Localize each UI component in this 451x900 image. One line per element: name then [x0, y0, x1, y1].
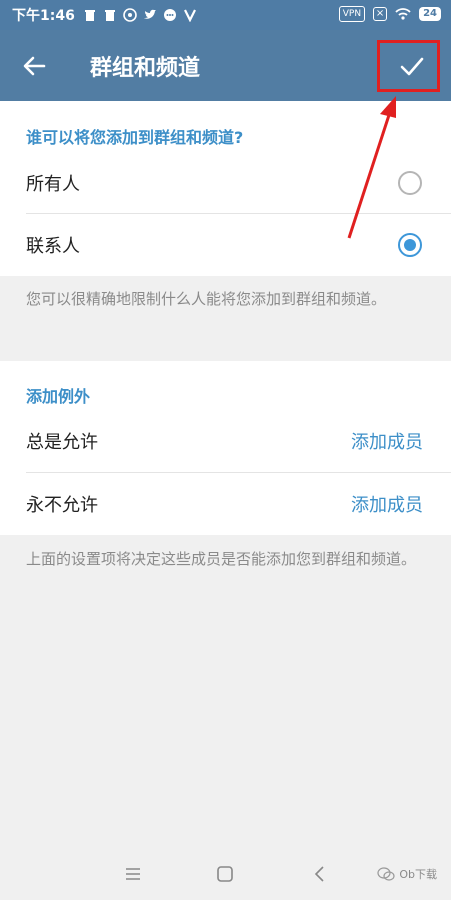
never-allow-label: 永不允许	[26, 495, 98, 516]
option-label: 所有人	[26, 174, 80, 195]
exceptions-note: 上面的设置项将决定这些成员是否能添加您到群组和频道。	[26, 550, 417, 568]
exceptions-card: 添加例外 总是允许 添加成员 永不允许 添加成员	[0, 361, 451, 535]
vpn-badge: VPN	[338, 6, 366, 22]
exceptions-header: 添加例外	[26, 387, 91, 406]
system-icons: VPN × 24	[338, 6, 441, 22]
who-can-add-header: 谁可以将您添加到群组和频道?	[26, 128, 244, 147]
radio-contacts[interactable]	[398, 233, 422, 257]
chat-icon	[163, 9, 176, 21]
system-nav-bar: Ob下载	[0, 848, 451, 900]
option-everyone[interactable]: 所有人	[0, 152, 451, 214]
trash-icon	[84, 10, 95, 21]
twitter-icon	[143, 9, 156, 19]
always-allow-row[interactable]: 总是允许 添加成员	[0, 410, 451, 472]
who-can-add-card: 谁可以将您添加到群组和频道? 所有人 联系人	[0, 101, 451, 276]
notification-icons	[83, 8, 197, 22]
battery-indicator: 24	[419, 7, 441, 21]
radio-everyone[interactable]	[398, 171, 422, 195]
always-allow-add-members-link[interactable]: 添加成员	[351, 428, 423, 454]
status-time: 下午1:46	[12, 8, 75, 24]
watermark: Ob下载	[377, 866, 437, 882]
trash-icon	[104, 10, 115, 21]
back-icon[interactable]	[308, 862, 332, 886]
always-allow-label: 总是允许	[26, 432, 98, 453]
option-contacts[interactable]: 联系人	[0, 214, 451, 276]
wifi-icon	[395, 8, 411, 20]
never-allow-add-members-link[interactable]: 添加成员	[351, 491, 423, 517]
watermark-text: Ob下载	[399, 868, 437, 881]
back-arrow-icon[interactable]	[18, 50, 50, 82]
status-bar: 下午1:46 VPN × 24	[0, 0, 451, 30]
sim-off-icon: ×	[373, 7, 388, 21]
whatsapp-icon	[123, 8, 137, 22]
vivaldi-icon	[183, 9, 196, 22]
annotation-highlight-box	[377, 40, 440, 92]
wechat-icon	[377, 867, 395, 881]
never-allow-row[interactable]: 永不允许 添加成员	[0, 473, 451, 535]
page-title: 群组和频道	[90, 56, 201, 81]
option-label: 联系人	[26, 236, 80, 257]
who-can-add-note: 您可以很精确地限制什么人能将您添加到群组和频道。	[26, 290, 387, 308]
home-icon[interactable]	[213, 862, 237, 886]
menu-icon[interactable]	[121, 862, 145, 886]
